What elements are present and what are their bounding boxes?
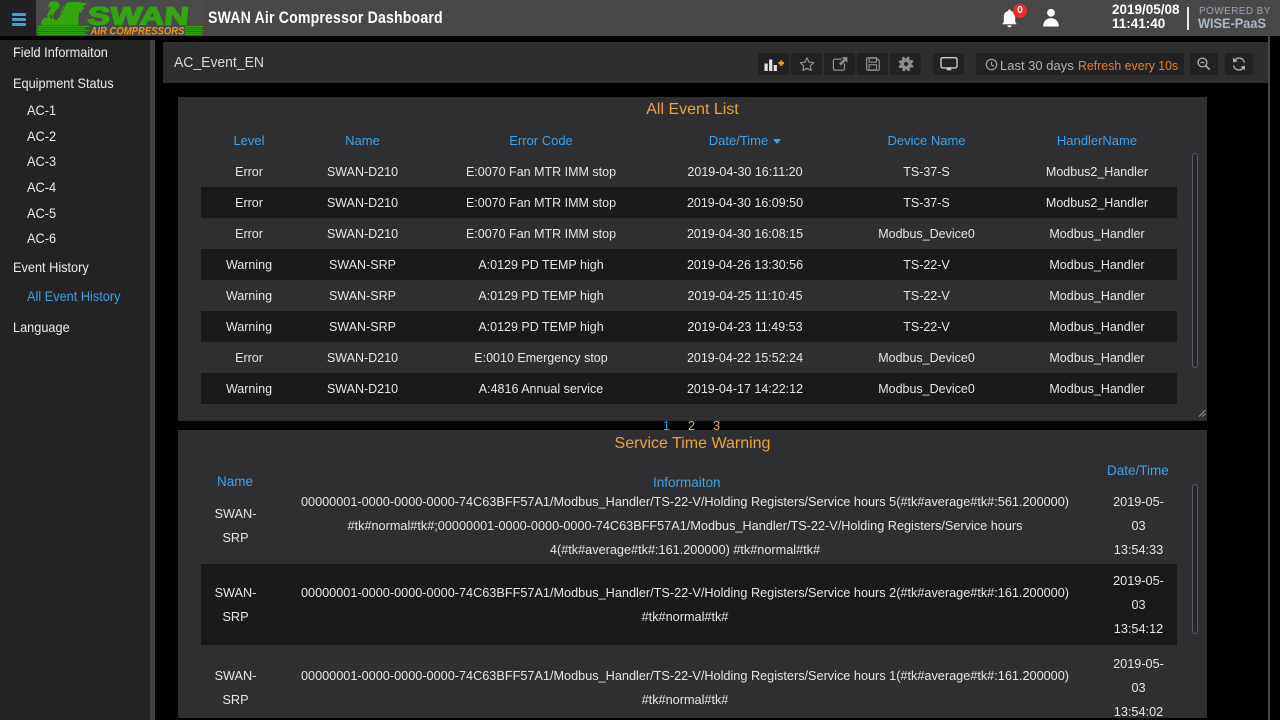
svg-text:AIR COMPRESSORS: AIR COMPRESSORS xyxy=(90,26,185,36)
